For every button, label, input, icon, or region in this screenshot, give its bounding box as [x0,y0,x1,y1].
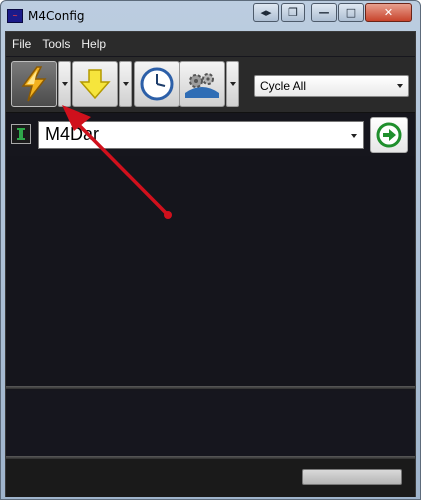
pin-window-button[interactable]: ◂▸ [253,3,279,22]
download-button[interactable] [72,61,118,107]
lightning-icon [21,66,47,102]
window-restore-icon: ❐ [288,6,298,19]
window-title: M4Config [28,9,85,23]
chevron-down-icon [61,82,68,86]
chevron-down-icon [351,134,357,138]
device-row: M4Dar [6,114,415,156]
panel-divider[interactable] [6,386,415,389]
toolbar: Cycle All [6,57,415,113]
chevron-down-icon [122,82,129,86]
go-button[interactable] [370,117,408,153]
restore-view-button[interactable]: ❐ [281,3,305,22]
schedule-button[interactable] [134,61,180,107]
configure-dropdown[interactable] [226,61,239,107]
device-select-value: M4Dar [45,124,100,144]
minimize-icon: — [318,6,330,19]
minimize-button[interactable]: — [311,3,337,22]
cycle-mode-select[interactable]: Cycle All [254,75,409,97]
device-info-icon [17,128,25,140]
progress-bar [302,469,402,485]
chevron-down-icon [397,84,403,88]
close-button[interactable]: ✕ [365,3,412,22]
maximize-button[interactable]: □ [338,3,364,22]
device-info-button[interactable] [11,124,31,144]
main-content-panel [6,156,415,388]
down-arrow-icon [79,69,111,100]
menu-help[interactable]: Help [81,37,106,51]
menu-bar: File Tools Help [6,32,415,56]
left-right-arrows-icon: ◂▸ [260,6,272,19]
gears-icon [185,73,219,98]
maximize-icon: □ [345,6,357,19]
configure-button[interactable] [179,61,225,107]
connect-dropdown[interactable] [58,61,71,107]
menu-file[interactable]: File [12,37,31,51]
cycle-mode-value: Cycle All [260,79,307,93]
download-dropdown[interactable] [119,61,132,107]
client-area: File Tools Help Cycle All M4Dar [5,31,416,497]
app-window: ~ M4Config ◂▸ ❐ — □ ✕ File Tools Help Cy… [0,0,421,500]
device-select[interactable]: M4Dar [38,121,364,149]
clock-icon [140,67,174,101]
log-panel [6,391,415,457]
chevron-down-icon [229,82,236,86]
connect-button[interactable] [11,61,57,107]
title-bar[interactable]: ~ M4Config ◂▸ ❐ — □ ✕ [1,1,420,31]
app-logo-icon: ~ [7,9,23,23]
go-arrow-icon [376,122,402,148]
close-icon: ✕ [383,6,394,19]
menu-tools[interactable]: Tools [42,37,70,51]
